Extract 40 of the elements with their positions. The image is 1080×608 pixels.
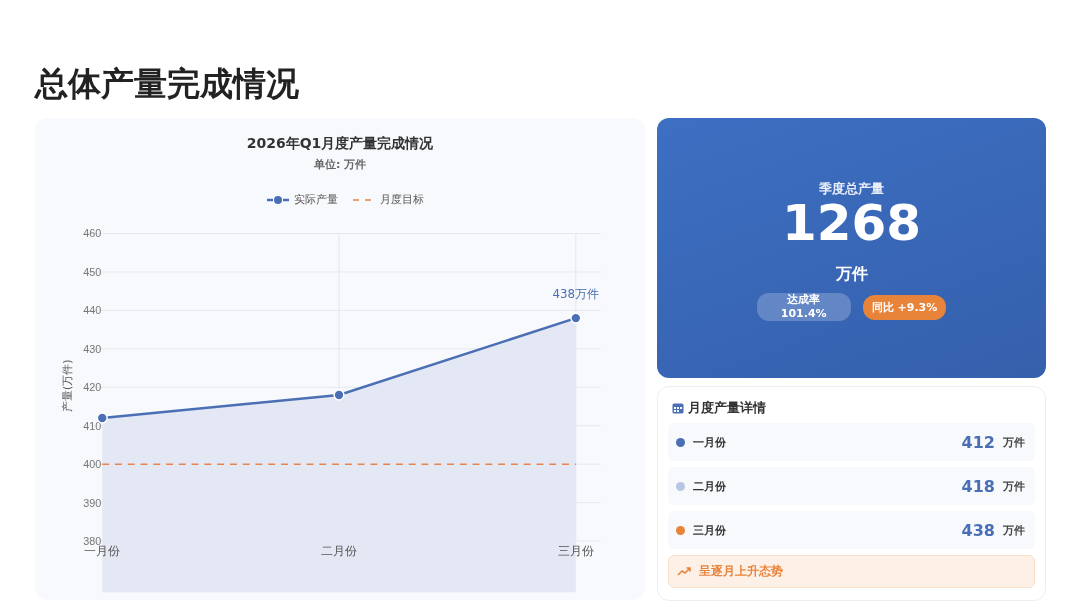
month-name: 三月份 bbox=[693, 522, 727, 538]
data-point bbox=[96, 412, 108, 424]
y-axis-title: 产量(万件) bbox=[60, 359, 74, 413]
legend-label: 月度目标 bbox=[379, 192, 424, 207]
month-unit: 万件 bbox=[1003, 522, 1025, 538]
y-tick-label: 430 bbox=[83, 342, 102, 355]
month-value: 438 bbox=[961, 520, 995, 540]
y-tick-label: 450 bbox=[83, 265, 102, 278]
x-tick-label: 二月份 bbox=[321, 543, 357, 558]
data-point bbox=[570, 312, 582, 324]
data-point bbox=[333, 389, 345, 401]
month-unit: 万件 bbox=[1003, 434, 1025, 450]
legend-line-marker-icon bbox=[266, 194, 289, 205]
legend-label: 实际产量 bbox=[293, 192, 338, 207]
y-tick-label: 410 bbox=[83, 419, 102, 432]
total-value: 1268 bbox=[781, 198, 922, 248]
total-unit: 万件 bbox=[835, 264, 868, 285]
chart-title: 2026年Q1月度产量完成情况 bbox=[246, 135, 434, 153]
month-value: 412 bbox=[961, 432, 995, 452]
page-title: 总体产量完成情况 bbox=[35, 63, 300, 105]
month-value: 418 bbox=[961, 476, 995, 496]
data-label: 438万件 bbox=[552, 287, 600, 302]
x-tick-label: 三月份 bbox=[557, 543, 594, 558]
details-title: 月度产量详情 bbox=[688, 399, 766, 417]
achievement-rate-badge: 达成率 101.4% bbox=[756, 293, 851, 321]
trend-text: 呈逐月上升态势 bbox=[699, 563, 783, 580]
summary-label: 季度总产量 bbox=[819, 180, 884, 198]
calendar-icon bbox=[672, 402, 684, 414]
month-name: 一月份 bbox=[693, 434, 727, 450]
trend-up-icon bbox=[677, 566, 691, 577]
y-tick-label: 460 bbox=[83, 227, 102, 240]
month-name: 二月份 bbox=[693, 478, 727, 494]
year-over-year-badge: 同比 +9.3% bbox=[862, 294, 947, 320]
y-tick-label: 400 bbox=[83, 458, 102, 471]
y-tick-label: 420 bbox=[83, 381, 102, 394]
month-unit: 万件 bbox=[1003, 478, 1025, 494]
chart-subtitle: 单位: 万件 bbox=[313, 157, 367, 172]
y-tick-label: 440 bbox=[83, 304, 102, 317]
y-tick-label: 380 bbox=[83, 535, 102, 547]
y-tick-label: 390 bbox=[83, 496, 102, 509]
